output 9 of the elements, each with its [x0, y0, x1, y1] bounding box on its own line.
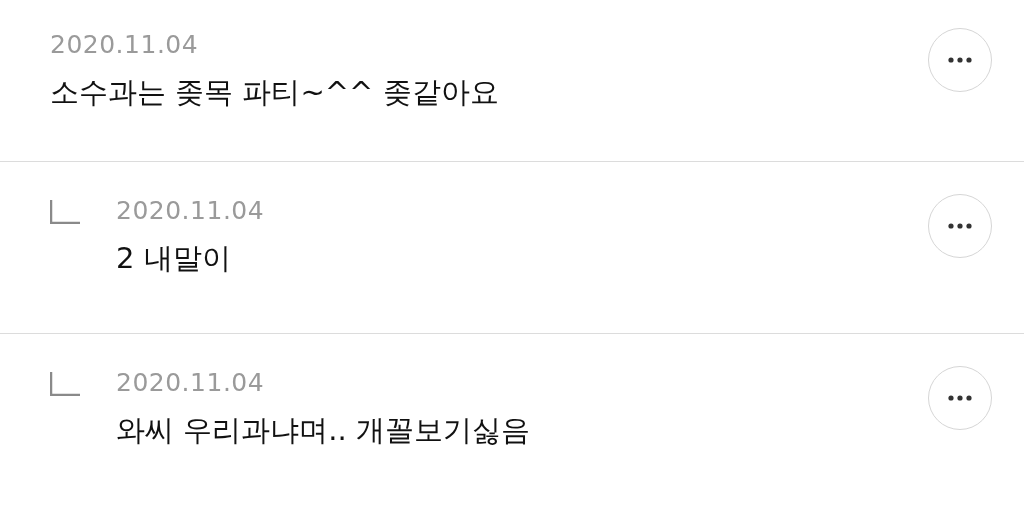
- more-icon: [948, 395, 972, 401]
- comment-date: 2020.11.04: [50, 30, 199, 59]
- comment-text: 소수과는 좆목 파티~^^ 좆같아요: [50, 74, 499, 111]
- comment-text: 와씨 우리과냐며.. 개꼴보기싫음: [116, 412, 530, 449]
- comment-date: 2020.11.04: [116, 196, 265, 225]
- more-icon: [948, 223, 972, 229]
- comment-date: 2020.11.04: [116, 368, 265, 397]
- more-icon: [948, 57, 972, 63]
- comment-text: 2 내말이: [116, 240, 231, 277]
